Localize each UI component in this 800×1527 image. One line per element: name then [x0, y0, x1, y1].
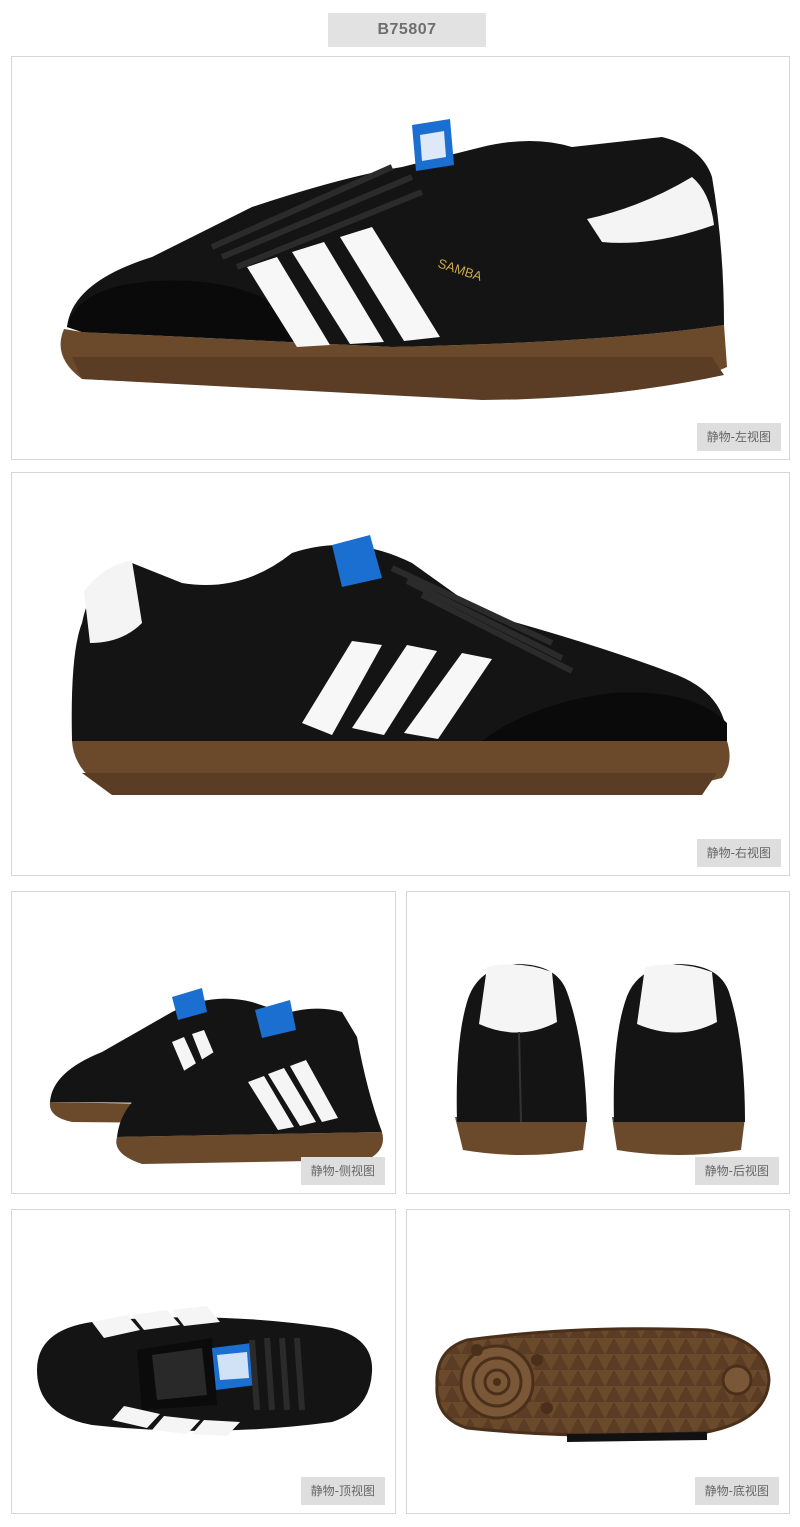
- shoe-back-view-image: [455, 964, 745, 1155]
- shoe-bottom-view-image: [435, 1327, 771, 1442]
- shoe-side-view-image: [49, 988, 384, 1164]
- view-label-right: 静物-右视图: [696, 839, 781, 867]
- shoe-left-view-image: SAMBA: [60, 119, 728, 400]
- panel-left-view: SAMBA 静物-左视图: [11, 56, 790, 460]
- panel-top-view: 静物-顶视图: [11, 1209, 396, 1514]
- view-label-bottom: 静物-底视图: [694, 1477, 779, 1505]
- shoe-top-view-image: [37, 1306, 373, 1436]
- view-label-left: 静物-左视图: [696, 423, 781, 451]
- panel-bottom-view: 静物-底视图: [406, 1209, 790, 1514]
- panel-back-view: 静物-后视图: [406, 891, 790, 1194]
- sku-header: B75807: [328, 13, 486, 47]
- panel-side-view: 静物-侧视图: [11, 891, 396, 1194]
- panel-right-view: 静物-右视图: [11, 472, 790, 876]
- shoe-right-view-image: [71, 535, 730, 795]
- view-label-side: 静物-侧视图: [300, 1157, 385, 1185]
- view-label-top: 静物-顶视图: [300, 1477, 385, 1505]
- view-label-back: 静物-后视图: [694, 1157, 779, 1185]
